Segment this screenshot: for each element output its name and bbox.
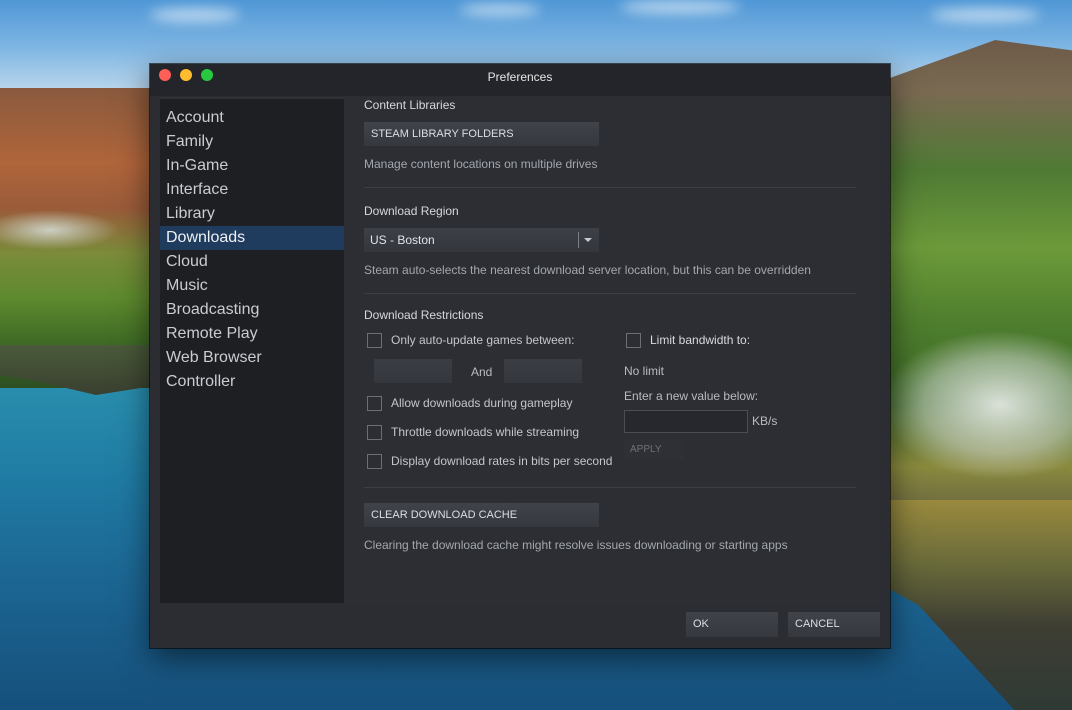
sidebar-item-broadcasting[interactable]: Broadcasting bbox=[160, 298, 344, 322]
throttle-downloads-while-streaming-checkbox[interactable] bbox=[367, 425, 382, 440]
display-rates-in-bits-label: Display download rates in bits per secon… bbox=[391, 454, 613, 468]
sidebar-item-interface[interactable]: Interface bbox=[160, 178, 344, 202]
sidebar-item-controller[interactable]: Controller bbox=[160, 370, 344, 394]
bandwidth-unit-label: KB/s bbox=[752, 414, 778, 428]
sidebar-item-account[interactable]: Account bbox=[160, 106, 344, 130]
download-restrictions-heading: Download Restrictions bbox=[364, 308, 484, 322]
content-libraries-heading: Content Libraries bbox=[364, 98, 456, 112]
sidebar-item-in-game[interactable]: In-Game bbox=[160, 154, 344, 178]
section-divider bbox=[364, 487, 856, 488]
wallpaper-cloud bbox=[150, 8, 240, 22]
display-rates-in-bits-checkbox[interactable] bbox=[367, 454, 382, 469]
auto-update-end-time-input[interactable] bbox=[504, 359, 582, 383]
preferences-window: Preferences Account Family In-Game Inter… bbox=[150, 64, 890, 648]
bandwidth-prompt: Enter a new value below: bbox=[624, 389, 759, 403]
cancel-button[interactable]: CANCEL bbox=[788, 612, 880, 637]
sidebar-item-web-browser[interactable]: Web Browser bbox=[160, 346, 344, 370]
download-region-value: US - Boston bbox=[370, 233, 435, 247]
auto-update-start-time-input[interactable] bbox=[374, 359, 452, 383]
auto-update-window-label: Only auto-update games between: bbox=[391, 333, 575, 347]
download-region-select[interactable]: US - Boston bbox=[364, 228, 599, 252]
download-region-description: Steam auto-selects the nearest download … bbox=[364, 263, 811, 277]
section-divider bbox=[364, 293, 856, 294]
throttle-downloads-while-streaming-label: Throttle downloads while streaming bbox=[391, 425, 580, 439]
wallpaper-fog bbox=[880, 330, 1072, 480]
wallpaper-fog bbox=[0, 210, 120, 250]
clear-cache-description: Clearing the download cache might resolv… bbox=[364, 538, 788, 552]
sidebar-item-remote-play[interactable]: Remote Play bbox=[160, 322, 344, 346]
window-title: Preferences bbox=[487, 70, 553, 84]
apply-bandwidth-button[interactable]: APPLY bbox=[624, 440, 684, 460]
ok-button[interactable]: OK bbox=[686, 612, 778, 637]
wallpaper-cloud bbox=[460, 4, 540, 16]
clear-download-cache-button[interactable]: CLEAR DOWNLOAD CACHE bbox=[364, 503, 599, 527]
bandwidth-current-limit: No limit bbox=[624, 364, 665, 378]
auto-update-window-checkbox[interactable] bbox=[367, 333, 382, 348]
allow-downloads-during-gameplay-checkbox[interactable] bbox=[367, 396, 382, 411]
section-divider bbox=[364, 187, 856, 188]
sidebar-item-downloads[interactable]: Downloads bbox=[160, 226, 344, 250]
steam-library-folders-button[interactable]: STEAM LIBRARY FOLDERS bbox=[364, 122, 599, 146]
sidebar-item-cloud[interactable]: Cloud bbox=[160, 250, 344, 274]
wallpaper-cloud bbox=[930, 8, 1040, 22]
downloads-settings-panel: Content Libraries STEAM LIBRARY FOLDERS … bbox=[344, 97, 880, 603]
sidebar-item-family[interactable]: Family bbox=[160, 130, 344, 154]
preferences-sidebar: Account Family In-Game Interface Library… bbox=[160, 97, 344, 603]
select-separator bbox=[578, 232, 579, 248]
download-region-heading: Download Region bbox=[364, 204, 459, 218]
sidebar-item-library[interactable]: Library bbox=[160, 202, 344, 226]
dialog-footer: OK CANCEL bbox=[150, 603, 890, 648]
sidebar-item-music[interactable]: Music bbox=[160, 274, 344, 298]
title-bar[interactable]: Preferences bbox=[150, 64, 890, 96]
limit-bandwidth-label: Limit bandwidth to: bbox=[650, 333, 751, 347]
content-libraries-description: Manage content locations on multiple dri… bbox=[364, 157, 598, 171]
allow-downloads-during-gameplay-label: Allow downloads during gameplay bbox=[391, 396, 573, 410]
limit-bandwidth-checkbox[interactable] bbox=[626, 333, 641, 348]
wallpaper-right-mountains bbox=[880, 40, 1072, 560]
bandwidth-value-input[interactable] bbox=[624, 410, 748, 433]
wallpaper-cloud bbox=[620, 0, 740, 14]
chevron-down-icon[interactable] bbox=[584, 238, 592, 242]
and-label: And bbox=[471, 365, 493, 379]
